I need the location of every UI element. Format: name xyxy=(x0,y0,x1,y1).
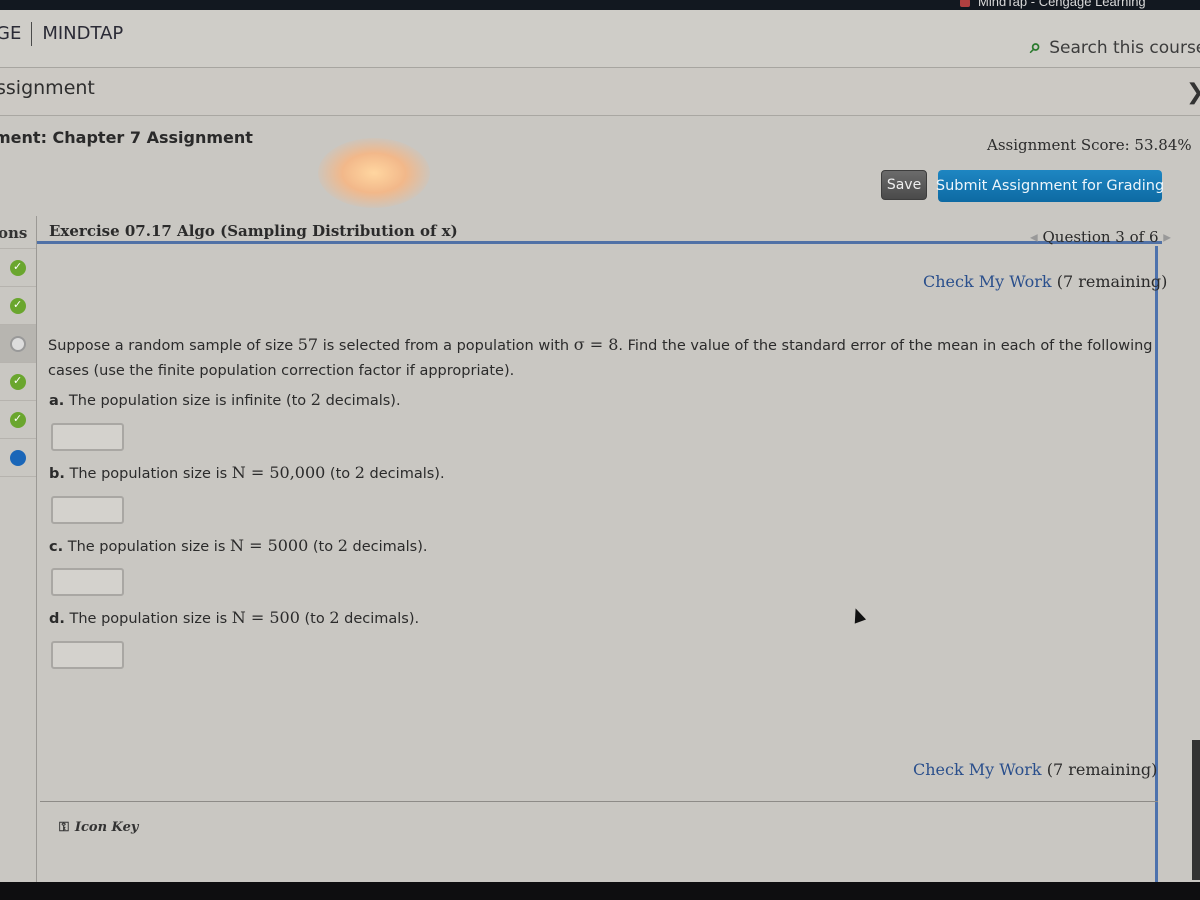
sidebar-question-2[interactable] xyxy=(0,286,36,324)
part-text: The population size is xyxy=(64,466,232,482)
sidebar-divider xyxy=(0,476,36,477)
submit-assignment-button[interactable]: Submit Assignment for Grading xyxy=(936,170,1164,202)
save-button[interactable]: Save xyxy=(881,170,927,200)
answer-input-c[interactable] xyxy=(51,568,124,596)
prompt-text: Suppose a random sample of size xyxy=(48,338,298,354)
sidebar-question-1[interactable] xyxy=(0,248,36,286)
chevron-right-icon[interactable]: ❯ xyxy=(1186,80,1200,105)
check-my-work-link[interactable]: Check My Work xyxy=(913,760,1042,779)
question-sidebar: ons xyxy=(0,216,37,900)
exercise-title: Exercise 07.17 Algo (Sampling Distributi… xyxy=(49,222,458,240)
part-text: The population size is xyxy=(63,539,230,555)
part-a-label: a. The population size is infinite (to 2… xyxy=(49,390,401,409)
sample-size: 57 xyxy=(297,335,319,354)
part-decimals: 2 xyxy=(337,536,348,555)
sidebar-question-6[interactable] xyxy=(0,438,36,476)
answer-input-a[interactable] xyxy=(51,423,124,451)
sidebar-question-4[interactable] xyxy=(0,362,36,400)
next-question-icon[interactable]: ▶ xyxy=(1163,233,1171,244)
search-label: Search this course xyxy=(1049,38,1200,58)
part-tail: decimals). xyxy=(364,466,445,482)
answer-input-d[interactable] xyxy=(51,641,124,669)
answer-input-b[interactable] xyxy=(51,496,124,524)
cengage-favicon-icon xyxy=(960,0,970,7)
prompt-text: is selected from a population with xyxy=(318,338,574,354)
part-decimals: 2 xyxy=(329,608,340,627)
brand-product: MINDTAP xyxy=(42,23,124,44)
part-text: The population size is xyxy=(64,611,232,627)
part-math: N = 500 xyxy=(231,608,300,627)
part-text: The population size is infinite (to xyxy=(64,393,311,409)
brand-left: GE xyxy=(0,23,22,44)
check-my-work-link[interactable]: Check My Work xyxy=(923,272,1052,291)
part-decimals: 2 xyxy=(310,390,321,409)
check-remaining: (7 remaining) xyxy=(1046,760,1158,779)
app-header: GE MINDTAP ⌕ Search this course xyxy=(0,10,1200,68)
search-course[interactable]: ⌕ Search this course xyxy=(1030,34,1200,58)
part-d-label: d. The population size is N = 500 (to 2 … xyxy=(49,608,420,627)
screen-bezel xyxy=(0,882,1200,900)
check-circle-icon xyxy=(10,374,26,390)
filled-circle-icon xyxy=(10,450,26,466)
check-my-work-bottom: Check My Work (7 remaining) xyxy=(913,760,1157,779)
key-icon: ⚿ xyxy=(59,820,69,835)
part-c-label: c. The population size is N = 5000 (to 2… xyxy=(49,536,428,555)
check-circle-icon xyxy=(10,298,26,314)
sidebar-question-5[interactable] xyxy=(0,400,36,438)
question-nav-label: Question 3 of 6 xyxy=(1042,228,1159,246)
icon-key-link[interactable]: ⚿ Icon Key xyxy=(59,820,138,835)
brand-separator xyxy=(31,22,33,46)
sigma-expression: σ = 8 xyxy=(573,335,619,354)
sidebar-question-3[interactable] xyxy=(0,324,36,362)
question-navigator: ◀ Question 3 of 6 ▶ xyxy=(1030,228,1171,246)
brand-logo[interactable]: GE MINDTAP xyxy=(0,22,123,46)
subheader: ssignment ❯ xyxy=(0,68,1200,116)
check-remaining: (7 remaining) xyxy=(1056,272,1168,291)
part-math: N = 50,000 xyxy=(231,463,326,482)
part-letter: a. xyxy=(49,393,65,409)
part-tail: decimals). xyxy=(347,539,428,555)
check-circle-icon xyxy=(10,260,26,276)
part-tail: decimals). xyxy=(339,611,420,627)
assignment-title: ment: Chapter 7 Assignment xyxy=(0,128,253,147)
light-glare xyxy=(318,138,430,208)
part-decimals: 2 xyxy=(354,463,365,482)
scrollbar[interactable] xyxy=(1192,740,1200,880)
icon-key-label: Icon Key xyxy=(74,820,139,835)
part-letter: c. xyxy=(49,539,64,555)
part-letter: b. xyxy=(49,466,65,482)
exercise-header: Exercise 07.17 Algo (Sampling Distributi… xyxy=(37,218,1162,244)
browser-tab-title: MindTap - Cengage Learning xyxy=(978,0,1146,9)
browser-top-bar: MindTap - Cengage Learning xyxy=(0,0,1200,10)
part-math: N = 5000 xyxy=(229,536,309,555)
question-content: Check My Work (7 remaining) Suppose a ra… xyxy=(37,246,1167,900)
part-b-label: b. The population size is N = 50,000 (to… xyxy=(49,463,445,482)
check-my-work-top: Check My Work (7 remaining) xyxy=(923,272,1167,291)
part-tail: decimals). xyxy=(320,393,401,409)
subheader-title: ssignment xyxy=(0,77,95,99)
browser-tab[interactable]: MindTap - Cengage Learning xyxy=(960,0,1146,9)
sidebar-label: ons xyxy=(0,224,28,242)
check-circle-icon xyxy=(10,412,26,428)
question-prompt: Suppose a random sample of size 57 is se… xyxy=(48,332,1158,384)
search-icon: ⌕ xyxy=(1030,34,1042,58)
content-divider xyxy=(40,801,1158,802)
prev-question-icon[interactable]: ◀ xyxy=(1030,233,1038,244)
part-letter: d. xyxy=(49,611,65,627)
assignment-score: Assignment Score: 53.84% xyxy=(987,136,1192,154)
empty-circle-icon xyxy=(10,336,26,352)
